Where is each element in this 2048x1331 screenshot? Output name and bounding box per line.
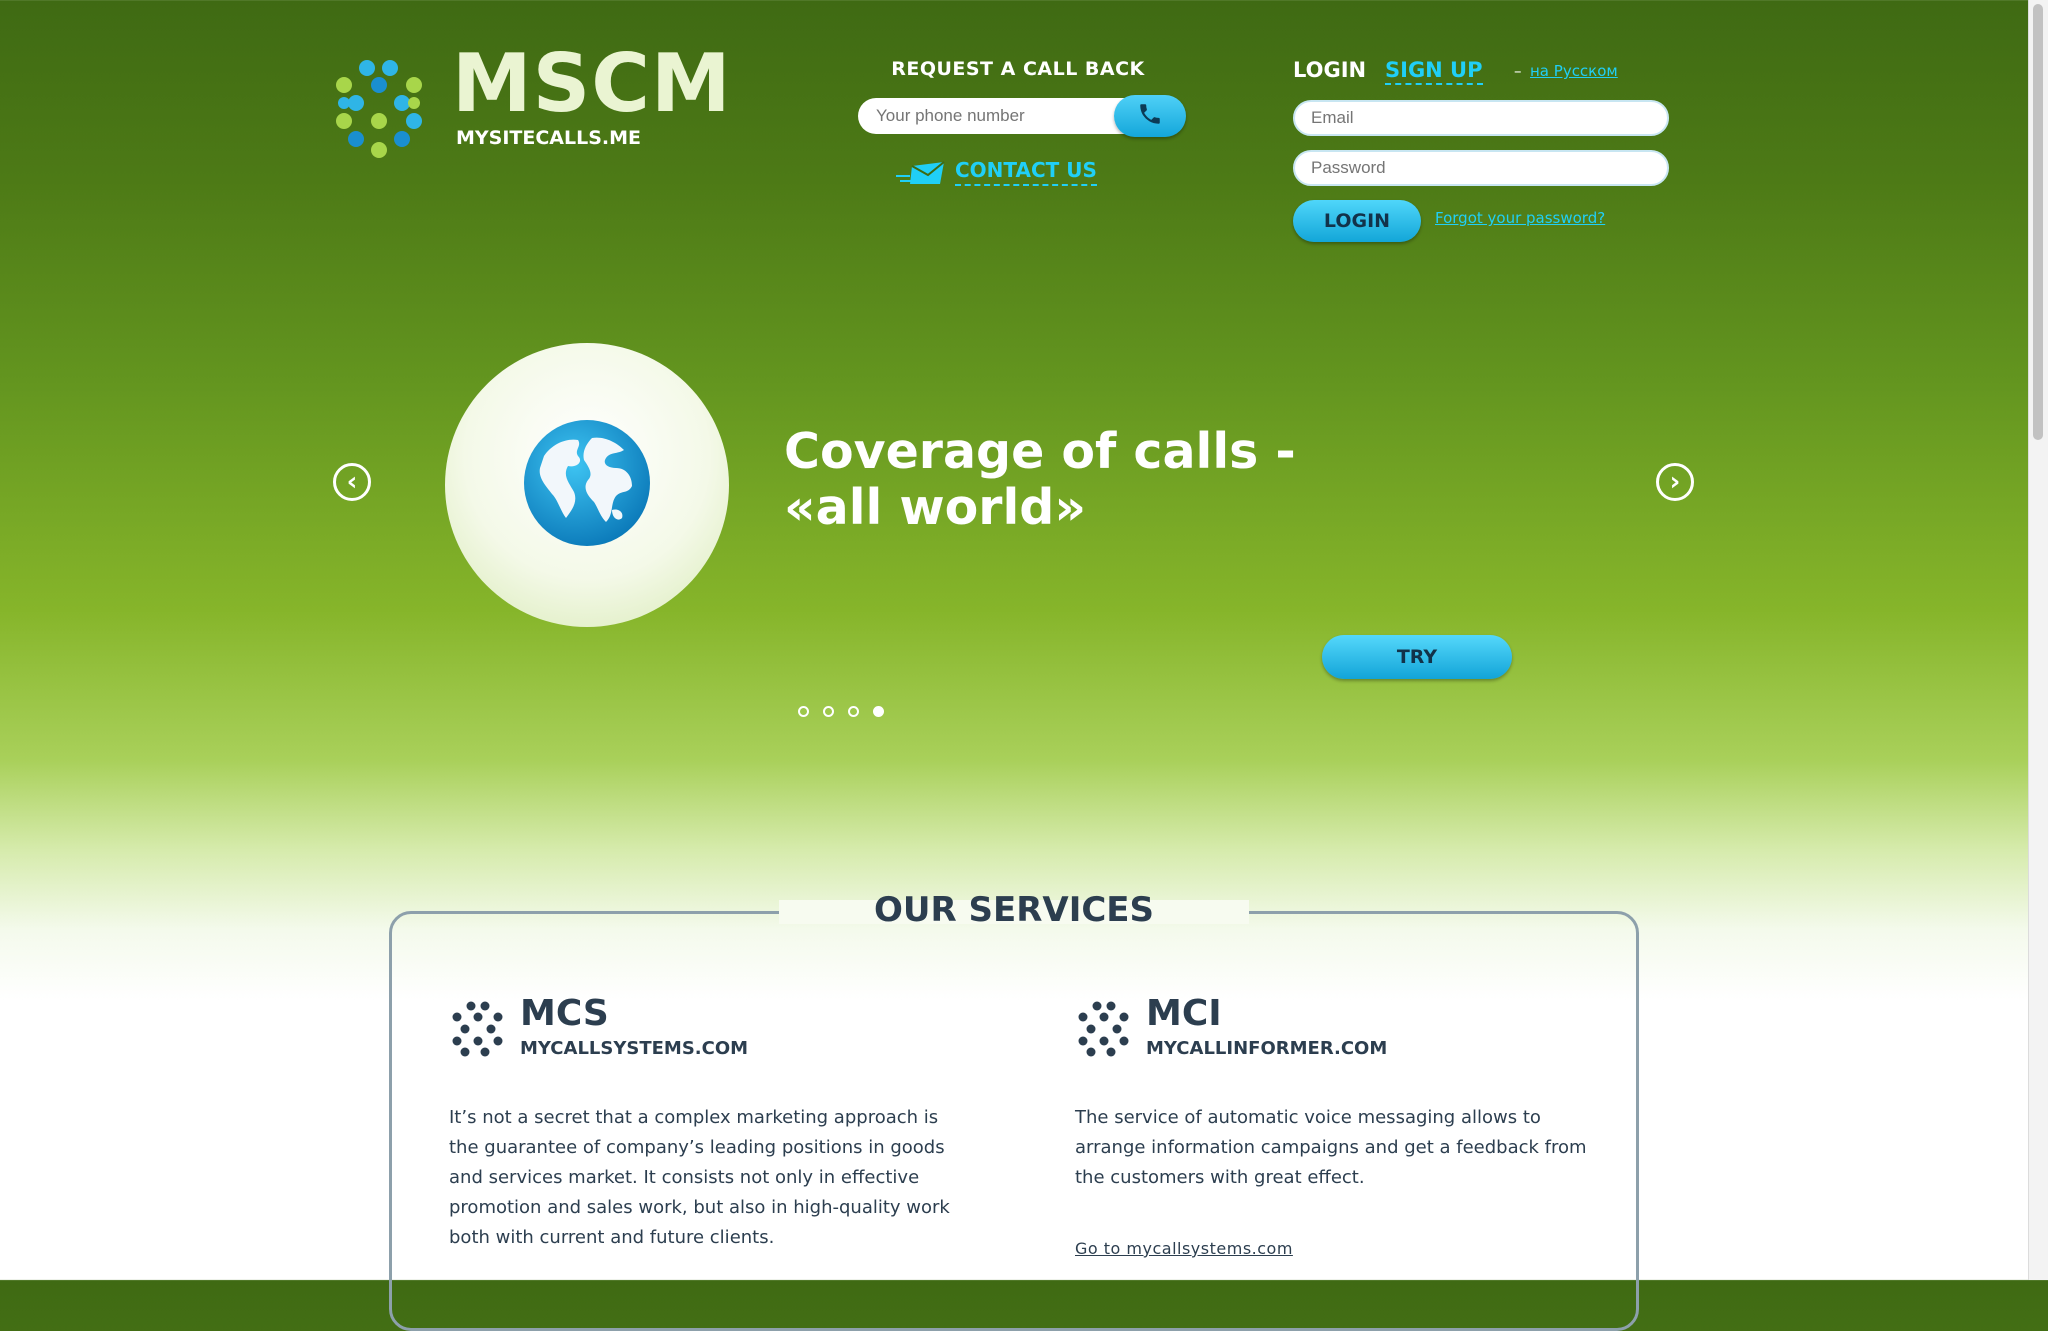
service-domain: MYCALLINFORMER.COM: [1146, 1038, 1388, 1059]
language-separator: –: [1514, 62, 1522, 80]
slider-dot[interactable]: [823, 706, 834, 717]
contact-us-link[interactable]: CONTACT US: [955, 158, 1097, 186]
call-button[interactable]: [1114, 95, 1186, 137]
language-switch-link[interactable]: на Русском: [1530, 62, 1618, 80]
password-field[interactable]: [1293, 150, 1669, 186]
try-button[interactable]: TRY: [1322, 635, 1512, 679]
slide-title: Coverage of calls - «all world»: [784, 424, 1304, 536]
service-link[interactable]: Go to mycallsystems.com: [1075, 1239, 1293, 1258]
mcs-dots-icon: [449, 1001, 505, 1057]
slider-dot[interactable]: [848, 706, 859, 717]
login-button[interactable]: LOGIN: [1293, 200, 1421, 242]
tab-sign-up[interactable]: SIGN UP: [1385, 58, 1483, 85]
service-name: MCS: [520, 993, 609, 1034]
slider-dot[interactable]: [798, 706, 809, 717]
slider-pagination: [798, 706, 884, 717]
logo-subtitle: MYSITECALLS.ME: [456, 127, 642, 149]
globe-icon: [522, 418, 652, 552]
slider-next-button[interactable]: ›: [1656, 463, 1694, 501]
service-description: It’s not a secret that a complex marketi…: [449, 1107, 950, 1248]
slider-prev-button[interactable]: ‹: [333, 463, 371, 501]
scrollbar-thumb[interactable]: [2033, 4, 2043, 440]
service-name: MCI: [1146, 993, 1222, 1034]
slider-dot[interactable]: [873, 706, 884, 717]
slide-title-line-2: «all world»: [784, 479, 1086, 536]
phone-icon: [1137, 101, 1163, 131]
mail-icon: [896, 160, 946, 190]
service-domain: MYCALLSYSTEMS.COM: [520, 1038, 749, 1059]
tab-login[interactable]: LOGIN: [1293, 58, 1366, 82]
chevron-right-icon: ›: [1669, 467, 1681, 497]
service-description: The service of automatic voice messaging…: [1075, 1107, 1587, 1188]
phone-input[interactable]: [858, 98, 1128, 134]
forgot-password-link[interactable]: Forgot your password?: [1435, 209, 1605, 227]
services-title: OUR SERVICES: [873, 890, 1155, 930]
email-field[interactable]: [1293, 100, 1669, 136]
logo-dots-icon: [330, 58, 428, 158]
chevron-left-icon: ‹: [346, 467, 358, 497]
slide-image: [445, 343, 729, 627]
slide-title-line-1: Coverage of calls -: [784, 423, 1296, 480]
logo-title[interactable]: MSCM: [452, 44, 732, 124]
callback-title: REQUEST A CALL BACK: [891, 58, 1145, 80]
mci-dots-icon: [1075, 1001, 1131, 1057]
